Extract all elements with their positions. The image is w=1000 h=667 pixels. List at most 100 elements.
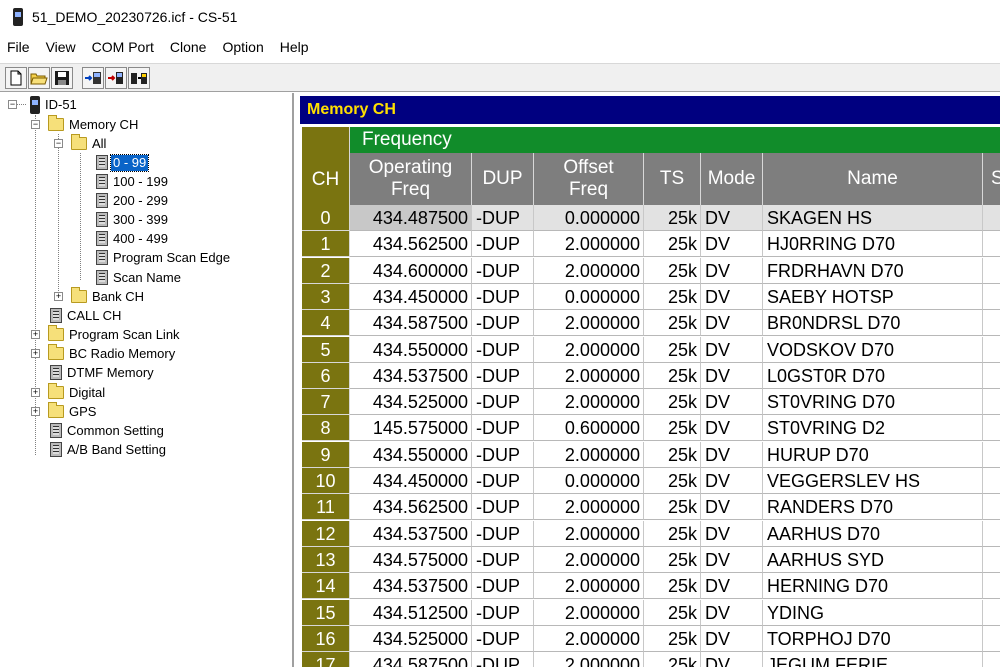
table-row[interactable]: 1 434.562500 -DUP 2.000000 25k DV HJ0RRING D70 <box>302 231 1000 258</box>
cell-ts[interactable]: 25k <box>644 441 701 468</box>
cell-name[interactable]: FRDRHAVN D70 <box>763 257 983 284</box>
table-row[interactable]: 13 434.575000 -DUP 2.000000 25k DV AARHUS SYD <box>302 546 1000 573</box>
cell-ts[interactable]: 25k <box>644 468 701 494</box>
tree-view[interactable]: − ID-51 − Memory CH − All 0 - 99 100 - 1… <box>0 93 294 667</box>
cell-ch[interactable]: 4 <box>302 310 350 337</box>
cell-ch[interactable]: 16 <box>302 625 350 652</box>
cell-offset-freq[interactable]: 0.000000 <box>534 283 644 310</box>
cell-ts[interactable]: 25k <box>644 336 701 363</box>
cell-offset-freq[interactable]: 2.000000 <box>534 652 644 667</box>
cell-operating-freq[interactable]: 434.512500 <box>350 599 472 626</box>
collapse-icon[interactable]: − <box>54 139 63 148</box>
cell-name[interactable]: TORPHOJ D70 <box>763 625 983 652</box>
cell-mode[interactable]: DV <box>701 283 763 310</box>
new-file-button[interactable] <box>5 66 27 89</box>
cell-mode[interactable]: DV <box>701 625 763 652</box>
cell-name[interactable]: ST0VRING D70 <box>763 389 983 416</box>
expand-icon[interactable]: + <box>54 292 63 301</box>
cell-ch[interactable]: 8 <box>302 415 350 442</box>
cell-ch[interactable]: 1 <box>302 231 350 258</box>
column-header-operating-freq[interactable]: Operating Freq <box>350 153 472 205</box>
column-header-partial[interactable]: S <box>983 153 1000 205</box>
cell-dup[interactable]: -DUP <box>472 310 534 337</box>
cell-operating-freq[interactable]: 434.537500 <box>350 520 472 547</box>
cell-mode[interactable]: DV <box>701 468 763 494</box>
cell-name[interactable]: AARHUS SYD <box>763 546 983 573</box>
clone-radio-button[interactable] <box>128 66 150 89</box>
cell-offset-freq[interactable]: 0.000000 <box>534 205 644 231</box>
cell-mode[interactable]: DV <box>701 389 763 416</box>
tree-node-range-400-499[interactable]: 400 - 499 <box>96 229 170 248</box>
cell-dup[interactable]: -DUP <box>472 546 534 573</box>
collapse-icon[interactable]: − <box>8 100 17 109</box>
tree-node-common-setting[interactable]: Common Setting <box>50 421 166 440</box>
cell-mode[interactable]: DV <box>701 415 763 442</box>
cell-ts[interactable]: 25k <box>644 494 701 521</box>
cell-ch[interactable]: 9 <box>302 441 350 468</box>
cell-dup[interactable]: -DUP <box>472 520 534 547</box>
cell-operating-freq[interactable]: 434.525000 <box>350 625 472 652</box>
cell-mode[interactable]: DV <box>701 599 763 626</box>
cell-operating-freq[interactable]: 434.575000 <box>350 546 472 573</box>
menu-clone[interactable]: Clone <box>162 36 215 58</box>
cell-operating-freq[interactable]: 434.487500 <box>350 205 472 231</box>
cell-ch[interactable]: 5 <box>302 336 350 363</box>
table-row[interactable]: 17 434.587500 -DUP 2.000000 25k DV JEGUM FERIE <box>302 652 1000 667</box>
cell-ts[interactable]: 25k <box>644 283 701 310</box>
cell-dup[interactable]: -DUP <box>472 625 534 652</box>
cell-name[interactable]: SAEBY HOTSP <box>763 283 983 310</box>
cell-ch[interactable]: 7 <box>302 389 350 416</box>
read-from-radio-button[interactable] <box>82 66 104 89</box>
cell-partial[interactable] <box>983 284 1000 310</box>
tree-node-all[interactable]: − All <box>54 134 108 153</box>
cell-partial[interactable] <box>983 310 1000 337</box>
cell-partial[interactable] <box>983 415 1000 442</box>
cell-dup[interactable]: -DUP <box>472 599 534 626</box>
cell-mode[interactable]: DV <box>701 520 763 547</box>
cell-ts[interactable]: 25k <box>644 415 701 442</box>
cell-partial[interactable] <box>983 521 1000 547</box>
cell-mode[interactable]: DV <box>701 362 763 389</box>
cell-partial[interactable] <box>983 337 1000 363</box>
cell-offset-freq[interactable]: 2.000000 <box>534 441 644 468</box>
cell-operating-freq[interactable]: 434.450000 <box>350 468 472 494</box>
cell-dup[interactable]: -DUP <box>472 389 534 416</box>
cell-operating-freq[interactable]: 145.575000 <box>350 415 472 442</box>
column-header-offset-freq[interactable]: Offset Freq <box>534 153 644 205</box>
cell-partial[interactable] <box>983 205 1000 231</box>
cell-ts[interactable]: 25k <box>644 599 701 626</box>
cell-name[interactable]: HURUP D70 <box>763 441 983 468</box>
table-row[interactable]: 10 434.450000 -DUP 0.000000 25k DV VEGGERSLEV … <box>302 468 1000 494</box>
cell-ts[interactable]: 25k <box>644 257 701 284</box>
table-row[interactable]: 8 145.575000 -DUP 0.600000 25k DV ST0VRING D2 <box>302 415 1000 442</box>
table-row[interactable]: 11 434.562500 -DUP 2.000000 25k DV RANDERS D70 <box>302 494 1000 521</box>
cell-partial[interactable] <box>983 468 1000 494</box>
cell-ts[interactable]: 25k <box>644 362 701 389</box>
cell-mode[interactable]: DV <box>701 231 763 258</box>
menu-view[interactable]: View <box>38 36 84 58</box>
table-row[interactable]: 3 434.450000 -DUP 0.000000 25k DV SAEBY HOTSP <box>302 283 1000 310</box>
tree-node-ab-band-setting[interactable]: A/B Band Setting <box>50 440 168 459</box>
cell-ts[interactable]: 25k <box>644 546 701 573</box>
cell-partial[interactable] <box>983 494 1000 521</box>
cell-partial[interactable] <box>983 573 1000 600</box>
cell-offset-freq[interactable]: 0.600000 <box>534 415 644 442</box>
cell-offset-freq[interactable]: 2.000000 <box>534 599 644 626</box>
cell-operating-freq[interactable]: 434.562500 <box>350 494 472 521</box>
cell-operating-freq[interactable]: 434.550000 <box>350 441 472 468</box>
cell-ts[interactable]: 25k <box>644 310 701 337</box>
tree-node-digital[interactable]: + Digital <box>31 383 107 402</box>
cell-dup[interactable]: -DUP <box>472 415 534 442</box>
cell-dup[interactable]: -DUP <box>472 362 534 389</box>
column-header-dup[interactable]: DUP <box>472 153 534 205</box>
tree-node-scan-name[interactable]: Scan Name <box>96 268 183 287</box>
table-row[interactable]: 9 434.550000 -DUP 2.000000 25k DV HURUP D70 <box>302 441 1000 468</box>
cell-ch[interactable]: 15 <box>302 599 350 626</box>
cell-name[interactable]: VEGGERSLEV HS <box>763 468 983 494</box>
cell-partial[interactable] <box>983 442 1000 468</box>
tree-node-range-100-199[interactable]: 100 - 199 <box>96 172 170 191</box>
cell-mode[interactable]: DV <box>701 336 763 363</box>
tree-node-memory-ch[interactable]: − Memory CH <box>31 115 140 134</box>
cell-name[interactable]: RANDERS D70 <box>763 494 983 521</box>
cell-operating-freq[interactable]: 434.537500 <box>350 573 472 600</box>
